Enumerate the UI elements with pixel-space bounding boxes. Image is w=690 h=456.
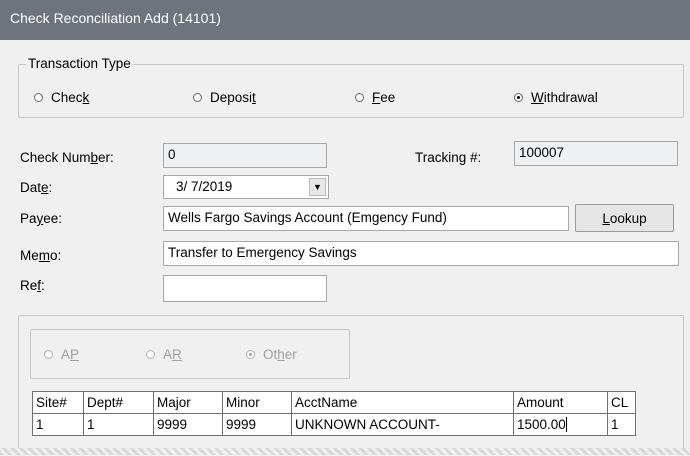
radio-fee-label: Fee bbox=[372, 90, 396, 105]
radio-deposit-label: Deposit bbox=[210, 90, 256, 105]
grid-header-row: Site# Dept# Major Minor AcctName Amount … bbox=[32, 391, 636, 414]
window-title: Check Reconciliation Add (14101) bbox=[10, 10, 221, 26]
cell-acctname[interactable]: UNKNOWN ACCOUNT- bbox=[291, 413, 514, 436]
cell-dept[interactable]: 1 bbox=[83, 413, 154, 436]
column-header[interactable]: Major bbox=[153, 391, 223, 414]
tracking-label: Tracking #: bbox=[415, 150, 482, 165]
radio-other: Other bbox=[246, 347, 297, 362]
column-header[interactable]: AcctName bbox=[291, 391, 514, 414]
radio-check-dot bbox=[34, 93, 43, 102]
cell-minor[interactable]: 9999 bbox=[222, 413, 292, 436]
cell-amount[interactable]: 1500.00 bbox=[513, 413, 608, 436]
radio-ar: AR bbox=[146, 347, 182, 362]
column-header[interactable]: Amount bbox=[513, 391, 608, 414]
cell-major[interactable]: 9999 bbox=[153, 413, 223, 436]
payee-label: Payee: bbox=[20, 211, 63, 226]
radio-fee-dot bbox=[355, 93, 364, 102]
check-number-field[interactable]: 0 bbox=[163, 143, 327, 168]
cell-site[interactable]: 1 bbox=[32, 413, 84, 436]
column-header[interactable]: Dept# bbox=[83, 391, 154, 414]
radio-fee[interactable]: Fee bbox=[355, 90, 395, 105]
radio-check[interactable]: Check bbox=[34, 90, 89, 105]
radio-deposit-dot bbox=[193, 93, 202, 102]
radio-withdrawal-label: Withdrawal bbox=[531, 90, 598, 105]
radio-other-dot bbox=[246, 350, 255, 359]
radio-withdrawal[interactable]: Withdrawal bbox=[514, 90, 598, 105]
ref-label: Ref: bbox=[20, 278, 45, 293]
column-header[interactable]: Minor bbox=[222, 391, 292, 414]
radio-ap: AP bbox=[44, 347, 79, 362]
radio-ar-dot bbox=[146, 350, 155, 359]
radio-ap-label: AP bbox=[61, 347, 80, 362]
table-row[interactable]: 1 1 9999 9999 UNKNOWN ACCOUNT- 1500.00 1 bbox=[32, 413, 636, 436]
distribution-grid: Site# Dept# Major Minor AcctName Amount … bbox=[32, 391, 636, 436]
date-value: 3/ 7/2019 bbox=[176, 179, 233, 194]
radio-withdrawal-dot bbox=[514, 93, 523, 102]
memo-label: Memo: bbox=[20, 248, 62, 263]
memo-field[interactable]: Transfer to Emergency Savings bbox=[163, 241, 679, 266]
window-title-bar: Check Reconciliation Add (14101) bbox=[0, 0, 690, 40]
text-cursor bbox=[565, 417, 567, 433]
lookup-button[interactable]: Lookup bbox=[575, 204, 674, 232]
chevron-down-icon[interactable]: ▼ bbox=[309, 178, 326, 196]
lookup-button-label: Lookup bbox=[602, 210, 647, 226]
ref-field[interactable] bbox=[163, 275, 327, 302]
radio-other-label: Other bbox=[263, 347, 297, 362]
check-number-label: Check Number: bbox=[20, 150, 114, 165]
cell-cl[interactable]: 1 bbox=[607, 413, 636, 436]
amount-value: 1500.00 bbox=[517, 416, 566, 432]
radio-ar-label: AR bbox=[163, 347, 182, 362]
radio-deposit[interactable]: Deposit bbox=[193, 90, 256, 105]
column-header[interactable]: CL bbox=[607, 391, 636, 414]
date-label: Date: bbox=[20, 180, 53, 195]
torn-edge bbox=[0, 448, 690, 455]
radio-ap-dot bbox=[44, 350, 53, 359]
transaction-type-legend: Transaction Type bbox=[26, 56, 133, 71]
tracking-field[interactable]: 100007 bbox=[514, 141, 678, 166]
radio-check-label: Check bbox=[51, 90, 90, 105]
payee-field[interactable]: Wells Fargo Savings Account (Emgency Fun… bbox=[163, 206, 569, 231]
column-header[interactable]: Site# bbox=[32, 391, 84, 414]
date-dropdown[interactable]: 3/ 7/2019 ▼ bbox=[163, 175, 329, 199]
